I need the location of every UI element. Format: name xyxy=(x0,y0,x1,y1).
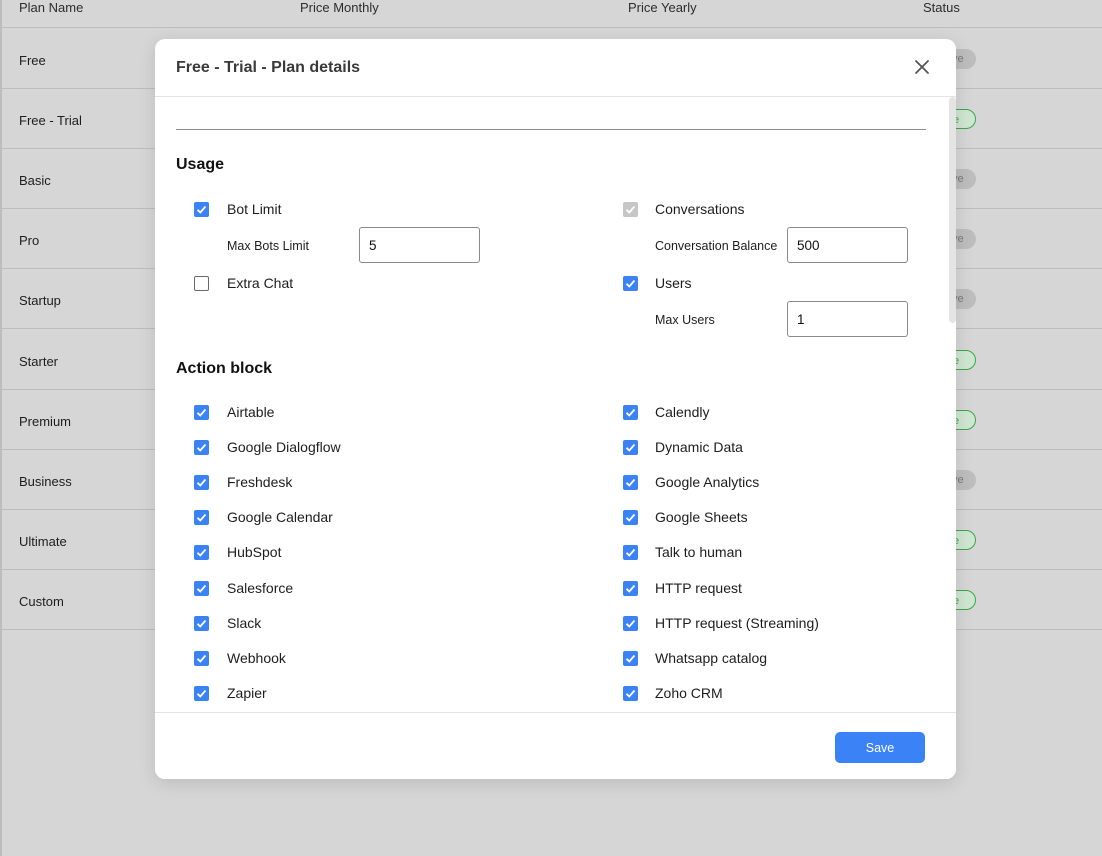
scrollbar[interactable] xyxy=(949,97,956,323)
modal-header: Free - Trial - Plan details xyxy=(155,39,956,97)
extra-chat-label: Extra Chat xyxy=(227,275,294,291)
action-checkbox[interactable] xyxy=(194,440,209,456)
action-label: Google Dialogflow xyxy=(227,439,341,456)
col-price-yearly: Price Yearly xyxy=(628,0,697,15)
plan-name: Free xyxy=(19,53,46,68)
action-label: Airtable xyxy=(227,404,275,420)
col-plan-name: Plan Name xyxy=(19,0,84,15)
extra-chat-checkbox[interactable] xyxy=(194,276,209,291)
plan-name: Business xyxy=(19,473,72,489)
action-label: Dynamic Data xyxy=(655,439,743,456)
max-bots-input[interactable] xyxy=(359,227,480,263)
conversations-label: Conversations xyxy=(655,201,745,217)
max-users-label: Max Users xyxy=(655,313,715,327)
action-checkbox[interactable] xyxy=(194,615,209,631)
plan-name: Startup xyxy=(19,293,61,309)
max-users-input[interactable] xyxy=(787,301,908,337)
action-checkbox[interactable] xyxy=(623,580,638,596)
close-icon[interactable] xyxy=(912,57,932,77)
action-label: HubSpot xyxy=(227,544,282,561)
action-block-section-title: Action block xyxy=(176,360,273,377)
users-label: Users xyxy=(655,275,692,291)
conversation-balance-input[interactable] xyxy=(787,227,908,263)
action-checkbox[interactable] xyxy=(623,650,638,666)
plan-name: Custom xyxy=(19,593,64,609)
col-price-monthly: Price Monthly xyxy=(300,0,379,15)
plan-name: Basic xyxy=(19,173,51,189)
action-checkbox[interactable] xyxy=(194,405,209,420)
usage-section-title: Usage xyxy=(176,156,225,173)
plan-name: Free - Trial xyxy=(19,113,82,129)
action-checkbox[interactable] xyxy=(194,650,209,666)
action-checkbox[interactable] xyxy=(194,545,209,561)
modal-body: Usage Bot Limit Max Bots Limit Extra Cha… xyxy=(155,97,956,712)
action-checkbox[interactable] xyxy=(194,475,209,491)
action-label: Zapier xyxy=(227,684,267,701)
action-label: Salesforce xyxy=(227,579,294,596)
action-label: Calendly xyxy=(655,404,710,420)
action-label: HTTP request xyxy=(655,579,742,596)
action-label: Whatsapp catalog xyxy=(655,649,768,666)
action-checkbox[interactable] xyxy=(194,580,209,596)
plan-name: Ultimate xyxy=(19,533,67,549)
conversations-checkbox[interactable] xyxy=(623,202,638,217)
plan-name: Starter xyxy=(19,353,59,369)
action-label: Google Analytics xyxy=(655,474,760,491)
action-checkbox[interactable] xyxy=(194,510,209,526)
col-status: Status xyxy=(923,0,960,15)
action-checkbox[interactable] xyxy=(194,685,209,701)
action-label: Zoho CRM xyxy=(655,684,723,701)
bot-limit-checkbox[interactable] xyxy=(194,202,209,217)
action-checkbox[interactable] xyxy=(623,545,638,561)
conversation-balance-label: Conversation Balance xyxy=(655,239,778,253)
action-checkbox[interactable] xyxy=(623,615,638,631)
action-label: Webhook xyxy=(227,649,286,666)
action-label: Slack xyxy=(227,614,262,631)
action-label: Google Calendar xyxy=(227,509,333,526)
action-label: Freshdesk xyxy=(227,474,293,491)
action-label: Talk to human xyxy=(655,544,743,561)
plan-name: Premium xyxy=(19,413,72,429)
plan-details-modal: Free - Trial - Plan details Usage Bot Li… xyxy=(155,39,956,779)
max-bots-label: Max Bots Limit xyxy=(227,239,309,253)
divider xyxy=(176,129,926,130)
action-checkbox[interactable] xyxy=(623,475,638,491)
plan-name: Pro xyxy=(19,233,40,249)
modal-footer: Save xyxy=(155,712,956,779)
action-label: HTTP request (Streaming) xyxy=(655,614,819,631)
action-label: Google Sheets xyxy=(655,509,748,526)
users-checkbox[interactable] xyxy=(623,276,638,291)
modal-title: Free - Trial - Plan details xyxy=(176,59,361,76)
action-checkbox[interactable] xyxy=(623,510,638,526)
bot-limit-label: Bot Limit xyxy=(227,201,282,217)
action-checkbox[interactable] xyxy=(623,440,638,456)
action-checkbox[interactable] xyxy=(623,405,638,420)
table-header: Plan Name Price Monthly Price Yearly Sta… xyxy=(2,0,1102,28)
action-checkbox[interactable] xyxy=(623,685,638,701)
save-button[interactable]: Save xyxy=(835,732,925,763)
